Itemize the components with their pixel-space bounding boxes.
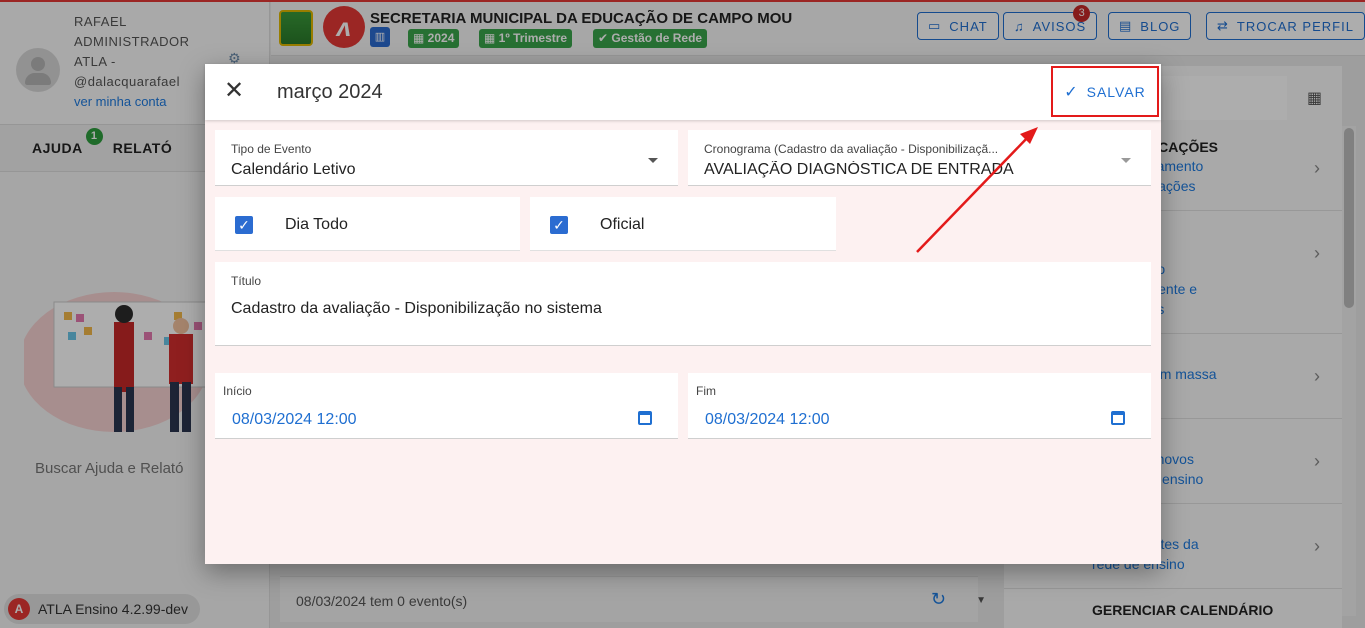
checkbox-checked-icon[interactable]: ✓ — [235, 216, 253, 234]
inicio-datetime-field[interactable]: Início 08/03/2024 12:00 — [215, 373, 678, 439]
fim-value: 08/03/2024 12:00 — [705, 411, 830, 428]
dropdown-arrow-icon — [648, 158, 658, 163]
inicio-label: Início — [223, 384, 252, 398]
close-button[interactable]: ✕ — [221, 78, 247, 104]
tipo-evento-select[interactable]: Tipo de Evento Calendário Letivo — [215, 130, 678, 186]
titulo-value: Cadastro da avaliação - Disponibilização… — [231, 300, 602, 317]
calendar-icon[interactable] — [1111, 411, 1125, 425]
fim-datetime-field[interactable]: Fim 08/03/2024 12:00 — [688, 373, 1151, 439]
dia-todo-checkbox[interactable]: ✓ Dia Todo — [215, 197, 520, 251]
inicio-value: 08/03/2024 12:00 — [232, 411, 357, 428]
cronograma-select[interactable]: Cronograma (Cadastro da avaliação - Disp… — [688, 130, 1151, 186]
tipo-evento-value: Calendário Letivo — [231, 161, 356, 178]
close-icon: ✕ — [223, 77, 245, 104]
dialog-title: março 2024 — [277, 81, 383, 103]
cronograma-label: Cronograma (Cadastro da avaliação - Disp… — [704, 142, 999, 156]
dropdown-arrow-icon — [1121, 158, 1131, 163]
oficial-label: Oficial — [600, 216, 645, 233]
oficial-checkbox[interactable]: ✓ Oficial — [530, 197, 836, 251]
fim-label: Fim — [696, 384, 716, 398]
save-button[interactable]: ✓ SALVAR — [1051, 66, 1159, 117]
dia-todo-label: Dia Todo — [285, 216, 348, 233]
calendar-icon[interactable] — [638, 411, 652, 425]
dialog-toolbar: ✕ março 2024 ✓ SALVAR — [205, 64, 1161, 120]
checkbox-checked-icon[interactable]: ✓ — [550, 216, 568, 234]
titulo-label: Título — [231, 274, 262, 288]
titulo-field[interactable]: Título Cadastro da avaliação - Disponibi… — [215, 262, 1151, 346]
cronograma-value: AVALIAÇÃO DIAGNÓSTICA DE ENTRADA — [704, 161, 1014, 178]
event-dialog: ✕ março 2024 ✓ SALVAR Tipo de Evento Cal… — [205, 64, 1161, 564]
tipo-evento-label: Tipo de Evento — [231, 142, 312, 156]
check-icon: ✓ — [1064, 83, 1079, 101]
save-label: SALVAR — [1086, 83, 1146, 100]
